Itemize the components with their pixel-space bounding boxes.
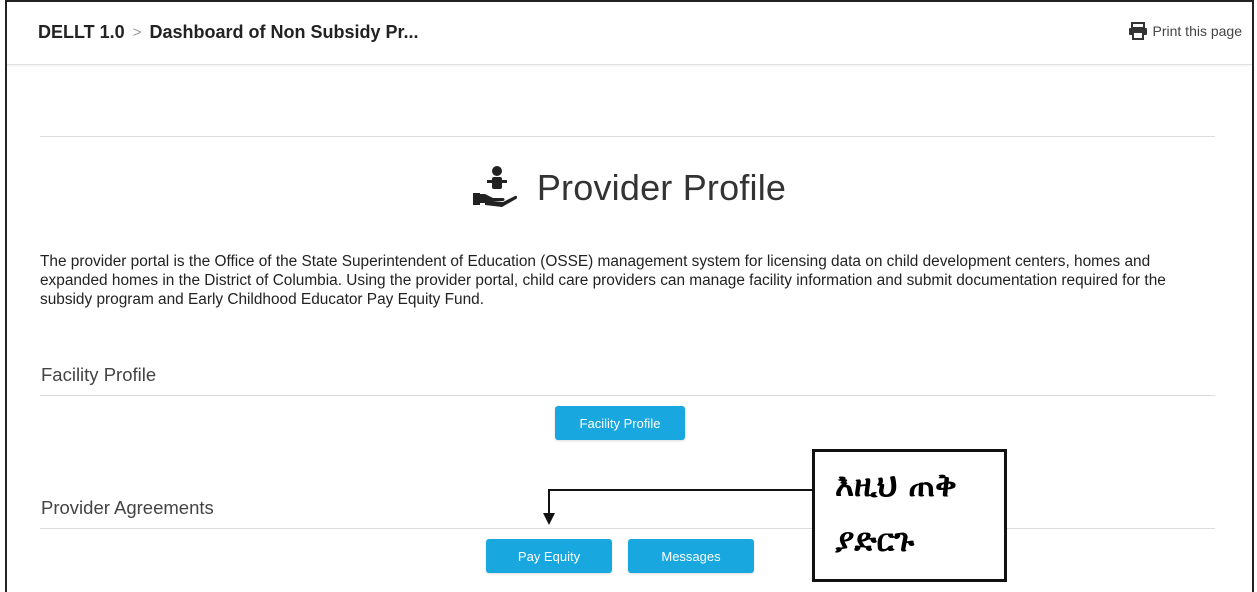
instruction-callout: እዚህ ጠቅ ያድርጉ [812,449,1007,582]
callout-arrow [543,489,812,525]
arrow-down-icon [543,513,555,525]
